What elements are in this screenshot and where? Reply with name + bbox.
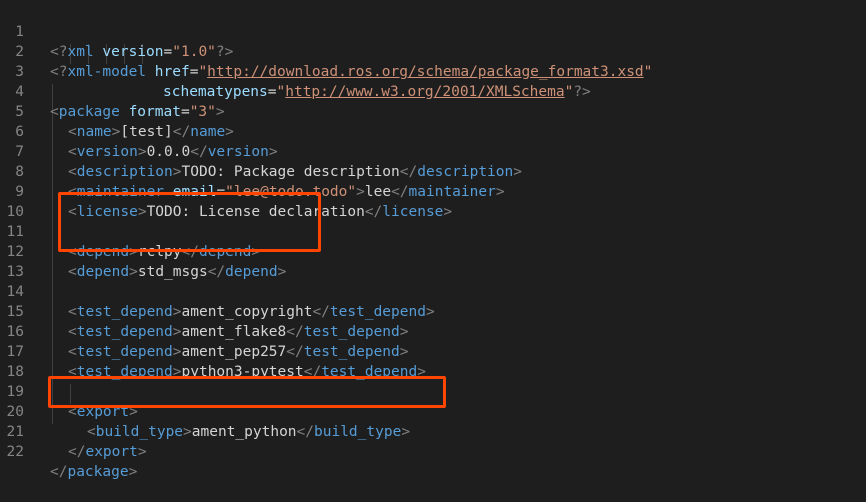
code-line-1[interactable]: 1 <?xml version="1.0"?>	[0, 2, 866, 60]
line-content[interactable]: </package>	[50, 462, 137, 482]
code-line-5[interactable]: 5 <name>[test]</name>	[0, 82, 866, 140]
build-type-highlight-box	[48, 376, 446, 408]
code-line-15[interactable]: 15 <test_depend>ament_flake8</test_depen…	[0, 282, 866, 340]
code-editor[interactable]: 1 <?xml version="1.0"?> 2 <?xml-model hr…	[0, 0, 866, 480]
code-line-4[interactable]: 4 <package format="3">	[0, 62, 866, 120]
code-line-18[interactable]: 18	[0, 342, 866, 380]
code-line-17[interactable]: 17 <test_depend>python3-pytest</test_dep…	[0, 322, 866, 380]
code-line-6[interactable]: 6 <version>0.0.0</version>	[0, 102, 866, 160]
line-number: 22	[6, 444, 24, 460]
code-line-14[interactable]: 14 <test_depend>ament_copyright</test_de…	[0, 262, 866, 320]
code-line-9[interactable]: 9 <license>TODO: License declaration</li…	[0, 162, 866, 220]
code-line-22[interactable]: 22 </package>	[0, 422, 866, 480]
depend-highlight-box	[58, 192, 321, 252]
code-line-2[interactable]: 2 <?xml-model href="http://download.ros.…	[0, 22, 866, 80]
code-line-3[interactable]: 3 schematypens="http://www.w3.org/2001/X…	[0, 42, 866, 100]
code-line-7[interactable]: 7 <description>TODO: Package description…	[0, 122, 866, 180]
code-line-16[interactable]: 16 <test_depend>ament_pep257</test_depen…	[0, 302, 866, 360]
code-line-8[interactable]: 8 <maintainer email="lee@todo.todo">lee<…	[0, 142, 866, 200]
line-content[interactable]: </export>	[68, 442, 147, 462]
